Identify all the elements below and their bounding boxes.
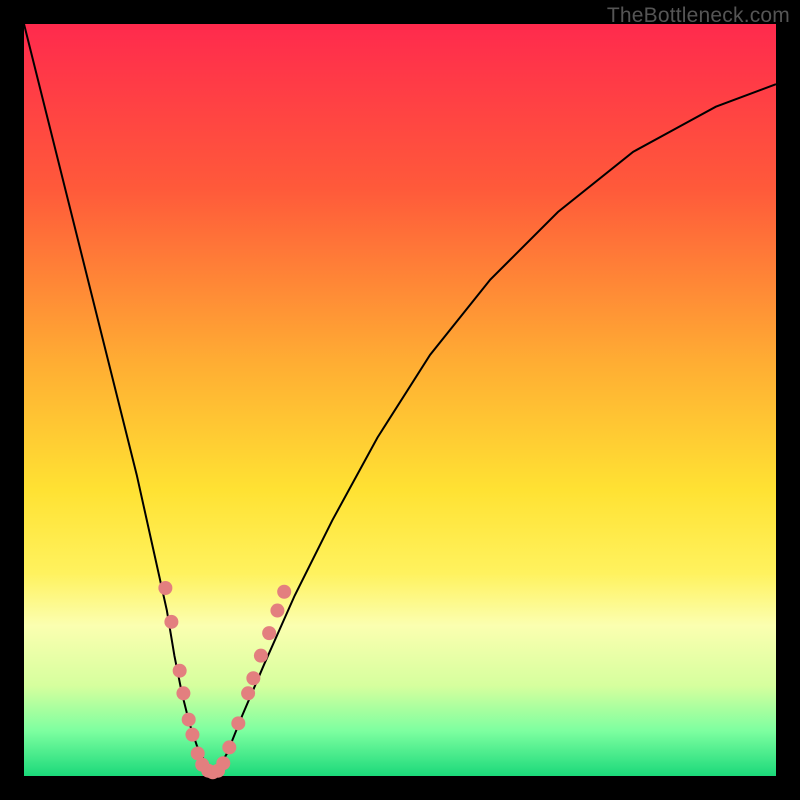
highlight-dot bbox=[182, 713, 196, 727]
highlight-dot bbox=[231, 716, 245, 730]
curve-layer bbox=[24, 24, 776, 776]
highlight-dot bbox=[176, 686, 190, 700]
highlight-dot bbox=[185, 728, 199, 742]
highlight-dot bbox=[173, 664, 187, 678]
highlight-dot bbox=[254, 649, 268, 663]
highlight-dot bbox=[164, 615, 178, 629]
highlight-dot bbox=[262, 626, 276, 640]
highlight-dot bbox=[277, 585, 291, 599]
highlight-dot bbox=[270, 604, 284, 618]
highlight-dot bbox=[216, 756, 230, 770]
highlight-dot bbox=[241, 686, 255, 700]
watermark-text: TheBottleneck.com bbox=[607, 4, 790, 28]
bottleneck-curve bbox=[24, 24, 776, 772]
highlight-dot bbox=[246, 671, 260, 685]
plot-area bbox=[24, 24, 776, 776]
chart-frame: TheBottleneck.com bbox=[0, 0, 800, 800]
highlight-dot bbox=[222, 740, 236, 754]
highlight-dot bbox=[158, 581, 172, 595]
